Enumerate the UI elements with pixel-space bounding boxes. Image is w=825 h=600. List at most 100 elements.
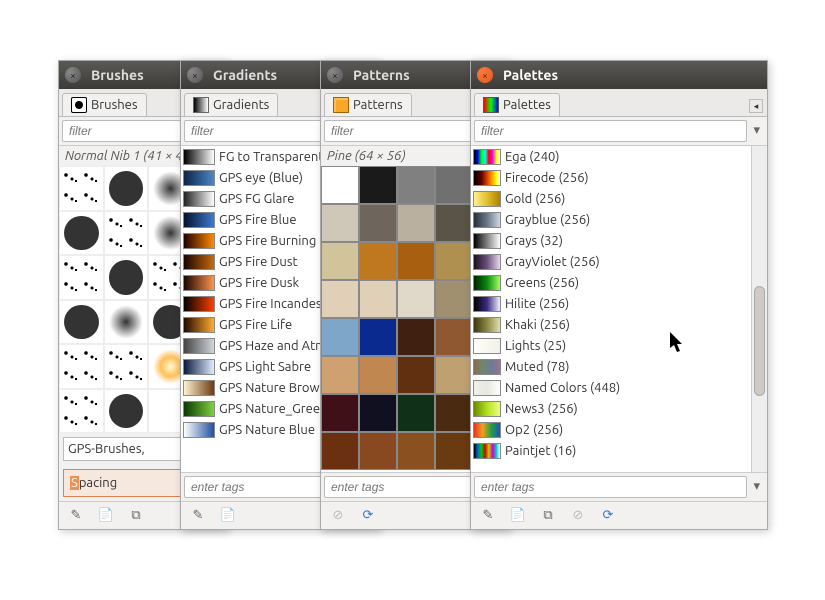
gradient-swatch xyxy=(183,317,215,333)
edit-icon[interactable]: ✎ xyxy=(67,508,85,524)
edit-icon[interactable]: ✎ xyxy=(189,508,207,524)
brush-item[interactable] xyxy=(104,344,149,389)
tab-label: Gradients xyxy=(213,98,269,112)
pattern-item[interactable] xyxy=(435,356,473,394)
list-item[interactable]: Firecode (256) xyxy=(471,167,751,188)
pattern-item[interactable] xyxy=(359,432,397,470)
list-item[interactable]: News3 (256) xyxy=(471,398,751,419)
brush-item[interactable] xyxy=(104,389,149,434)
palettes-list[interactable]: Ega (240)Firecode (256)Gold (256)Grayblu… xyxy=(471,146,751,472)
list-item[interactable]: Named Colors (448) xyxy=(471,377,751,398)
scrollbar-thumb[interactable] xyxy=(754,286,765,396)
list-item[interactable]: Grays (32) xyxy=(471,230,751,251)
new-icon[interactable]: 📄 xyxy=(97,508,115,524)
pattern-item[interactable] xyxy=(435,394,473,432)
pattern-item[interactable] xyxy=(321,318,359,356)
tab-palettes[interactable]: Palettes xyxy=(474,93,560,116)
pattern-item[interactable] xyxy=(321,432,359,470)
list-item-label: Grays (32) xyxy=(505,234,751,248)
pattern-item[interactable] xyxy=(397,280,435,318)
dropdown-icon[interactable]: ▾ xyxy=(749,120,764,142)
pattern-item[interactable] xyxy=(397,394,435,432)
pattern-item[interactable] xyxy=(397,166,435,204)
pattern-item[interactable] xyxy=(435,318,473,356)
refresh-icon[interactable]: ⟳ xyxy=(599,508,617,524)
brush-item[interactable] xyxy=(59,300,104,345)
list-item[interactable]: Greens (256) xyxy=(471,272,751,293)
close-icon[interactable]: × xyxy=(327,67,343,83)
duplicate-icon[interactable]: ⧉ xyxy=(127,508,145,524)
new-icon[interactable]: 📄 xyxy=(219,508,237,524)
pattern-item[interactable] xyxy=(359,166,397,204)
pattern-item[interactable] xyxy=(359,242,397,280)
pattern-item[interactable] xyxy=(321,356,359,394)
delete-icon: ⊘ xyxy=(569,508,587,524)
pattern-item[interactable] xyxy=(397,356,435,394)
pattern-item[interactable] xyxy=(435,242,473,280)
brush-item[interactable] xyxy=(59,166,104,211)
gradient-swatch xyxy=(183,233,215,249)
pattern-item[interactable] xyxy=(397,432,435,470)
tab-menu-icon[interactable]: ◂ xyxy=(749,99,763,113)
refresh-icon[interactable]: ⟳ xyxy=(359,508,377,524)
palettes-filter-input[interactable] xyxy=(474,120,747,142)
list-item[interactable]: Ega (240) xyxy=(471,146,751,167)
tab-gradients[interactable]: Gradients xyxy=(184,93,278,116)
window-title: Palettes xyxy=(503,67,558,83)
pattern-item[interactable] xyxy=(397,318,435,356)
close-icon[interactable]: × xyxy=(187,67,203,83)
pattern-item[interactable] xyxy=(359,318,397,356)
palettes-tags-input[interactable] xyxy=(474,476,747,498)
new-icon[interactable]: 📄 xyxy=(509,508,527,524)
list-item[interactable]: GrayViolet (256) xyxy=(471,251,751,272)
tab-brushes[interactable]: Brushes xyxy=(62,93,147,116)
brush-item[interactable] xyxy=(59,211,104,256)
close-icon[interactable]: × xyxy=(65,67,81,83)
list-item[interactable]: Lights (25) xyxy=(471,335,751,356)
brush-item[interactable] xyxy=(104,300,149,345)
pattern-item[interactable] xyxy=(321,204,359,242)
pattern-item[interactable] xyxy=(321,280,359,318)
pattern-item[interactable] xyxy=(359,204,397,242)
list-item[interactable]: Op2 (256) xyxy=(471,419,751,440)
gradient-swatch xyxy=(183,338,215,354)
pattern-item[interactable] xyxy=(435,204,473,242)
list-item[interactable]: Hilite (256) xyxy=(471,293,751,314)
dropdown-icon[interactable]: ▾ xyxy=(749,476,764,498)
pattern-item[interactable] xyxy=(321,242,359,280)
pattern-item[interactable] xyxy=(397,204,435,242)
close-icon[interactable]: × xyxy=(477,67,493,83)
palettes-titlebar[interactable]: × Palettes xyxy=(471,61,767,89)
list-item[interactable]: Paintjet (16) xyxy=(471,440,751,461)
brush-item[interactable] xyxy=(59,389,104,434)
scrollbar[interactable] xyxy=(751,146,767,472)
brush-item[interactable] xyxy=(104,166,149,211)
list-item[interactable]: Grayblue (256) xyxy=(471,209,751,230)
list-item[interactable]: Khaki (256) xyxy=(471,314,751,335)
palette-swatch xyxy=(473,149,501,165)
brush-item[interactable] xyxy=(59,344,104,389)
pattern-item[interactable] xyxy=(359,280,397,318)
pattern-item[interactable] xyxy=(435,280,473,318)
pattern-item[interactable] xyxy=(321,166,359,204)
pattern-item[interactable] xyxy=(359,394,397,432)
gradient-swatch xyxy=(183,212,215,228)
brush-item[interactable] xyxy=(104,255,149,300)
brush-icon xyxy=(71,97,87,113)
pattern-item[interactable] xyxy=(321,394,359,432)
tab-patterns[interactable]: Patterns xyxy=(324,93,412,116)
duplicate-icon[interactable]: ⧉ xyxy=(539,508,557,524)
palette-swatch xyxy=(473,443,501,459)
list-item[interactable]: Gold (256) xyxy=(471,188,751,209)
brush-item[interactable] xyxy=(104,211,149,256)
palette-swatch xyxy=(473,380,501,396)
pattern-item[interactable] xyxy=(359,356,397,394)
palette-swatch xyxy=(473,317,501,333)
pattern-item[interactable] xyxy=(435,432,473,470)
brush-item[interactable] xyxy=(59,255,104,300)
edit-icon[interactable]: ✎ xyxy=(479,508,497,524)
palette-swatch xyxy=(473,170,501,186)
list-item[interactable]: Muted (78) xyxy=(471,356,751,377)
pattern-item[interactable] xyxy=(435,166,473,204)
pattern-item[interactable] xyxy=(397,242,435,280)
